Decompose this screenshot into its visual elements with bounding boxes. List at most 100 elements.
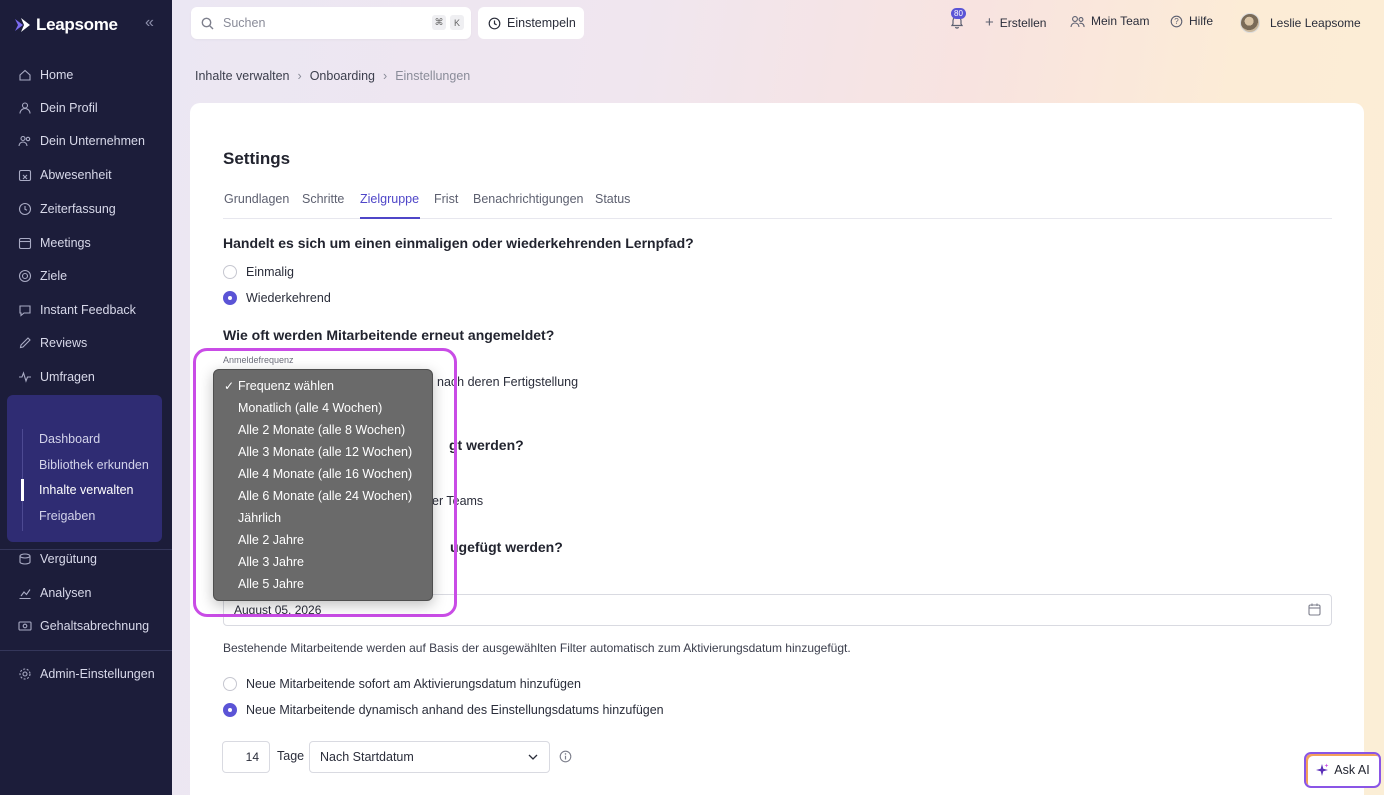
radio-button[interactable] bbox=[223, 265, 237, 279]
user-menu[interactable]: Leslie Leapsome bbox=[1240, 13, 1361, 33]
search-input[interactable]: Suchen ⌘ K bbox=[191, 7, 471, 39]
sidebar-item-label: Home bbox=[40, 68, 74, 82]
shortcut-key-cmd: ⌘ bbox=[432, 15, 446, 30]
chevron-right-icon: › bbox=[297, 69, 302, 83]
sidebar-item-ziele[interactable]: Ziele bbox=[0, 262, 172, 290]
sidebar-item-label: Zeiterfassung bbox=[40, 202, 116, 216]
sidebar-item-umfragen[interactable]: Umfragen bbox=[0, 363, 172, 391]
sidebar-item-zeiterfassung[interactable]: Zeiterfassung bbox=[0, 195, 172, 223]
radio-label: Neue Mitarbeitende dynamisch anhand des … bbox=[246, 703, 664, 717]
after-start-select[interactable]: Nach Startdatum bbox=[309, 741, 550, 773]
dropdown-option[interactable]: Alle 2 Monate (alle 8 Wochen) bbox=[214, 419, 432, 441]
brand-logo[interactable]: Leapsome bbox=[14, 15, 118, 35]
radio-wiederkehrend[interactable]: Wiederkehrend bbox=[223, 291, 331, 305]
people-icon bbox=[18, 134, 32, 148]
coins-icon bbox=[18, 552, 32, 566]
radio-button-selected[interactable] bbox=[223, 291, 237, 305]
dropdown-option[interactable]: Alle 2 Jahre bbox=[214, 529, 432, 551]
search-icon bbox=[201, 17, 215, 30]
sidebar-item-abwesenheit[interactable]: Abwesenheit bbox=[0, 161, 172, 189]
sidebar-item-dein-unternehmen[interactable]: Dein Unternehmen bbox=[0, 127, 172, 155]
sidebar: Leapsome « Home Dein Profil Dein Unternehm… bbox=[0, 0, 172, 795]
my-team-button[interactable]: Mein Team bbox=[1070, 14, 1149, 28]
calendar-icon[interactable] bbox=[1308, 603, 1321, 616]
dropdown-option[interactable]: Alle 5 Jahre bbox=[214, 573, 432, 595]
radio-einmalig[interactable]: Einmalig bbox=[223, 265, 294, 279]
sidebar-item-label: Admin-Einstellungen bbox=[40, 667, 155, 681]
sidebar-item-reviews[interactable]: Reviews bbox=[0, 329, 172, 357]
dropdown-option[interactable]: Jährlich bbox=[214, 507, 432, 529]
tab-schritte[interactable]: Schritte bbox=[302, 192, 344, 206]
pencil-icon bbox=[18, 336, 32, 350]
radio-button[interactable] bbox=[223, 677, 237, 691]
sidebar-item-label: Abwesenheit bbox=[40, 168, 112, 182]
sidebar-item-label: Dein Profil bbox=[40, 101, 98, 115]
sidebar-item-label: Reviews bbox=[40, 336, 88, 350]
sidebar-item-meetings[interactable]: Meetings bbox=[0, 229, 172, 257]
dropdown-option[interactable]: Monatlich (alle 4 Wochen) bbox=[214, 397, 432, 419]
create-button[interactable]: + Erstellen bbox=[985, 14, 1046, 31]
page-title: Settings bbox=[223, 149, 291, 168]
brand-name: Leapsome bbox=[36, 15, 118, 34]
tab-grundlagen[interactable]: Grundlagen bbox=[224, 192, 289, 206]
dropdown-option[interactable]: ✓ Frequenz wählen bbox=[214, 375, 432, 397]
notifications-count-badge: 80 bbox=[951, 8, 966, 19]
ask-ai-label: Ask AI bbox=[1334, 763, 1370, 777]
plus-icon: + bbox=[985, 14, 994, 31]
tab-status[interactable]: Status bbox=[595, 192, 630, 206]
sidebar-item-admin-einstellungen[interactable]: Admin-Einstellungen bbox=[0, 660, 172, 688]
frequency-suffix: nach deren Fertigstellung bbox=[437, 375, 579, 389]
user-icon bbox=[18, 101, 32, 115]
days-input[interactable]: 14 bbox=[222, 741, 270, 773]
radio-add-immediately[interactable]: Neue Mitarbeitende sofort am Aktivierung… bbox=[223, 677, 581, 691]
dropdown-option-label: Alle 3 Jahre bbox=[238, 555, 305, 569]
target-icon bbox=[18, 269, 32, 283]
clock-in-button[interactable]: Einstempeln bbox=[478, 7, 584, 39]
sidebar-item-analysen[interactable]: Analysen bbox=[0, 579, 172, 607]
help-icon: ? bbox=[1170, 15, 1183, 27]
dropdown-option[interactable]: Alle 4 Monate (alle 16 Wochen) bbox=[214, 463, 432, 485]
sidebar-divider bbox=[0, 650, 172, 651]
sidebar-item-home[interactable]: Home bbox=[0, 61, 172, 89]
team-icon bbox=[1070, 15, 1085, 27]
sidebar-subitem-bibliothek-erkunden[interactable]: Bibliothek erkunden bbox=[39, 454, 149, 476]
dropdown-option-label: Alle 2 Monate (alle 8 Wochen) bbox=[238, 423, 406, 437]
ask-ai-button[interactable]: Ask AI bbox=[1304, 752, 1381, 788]
help-label: Hilfe bbox=[1189, 14, 1214, 28]
info-text: Bestehende Mitarbeitende werden auf Basi… bbox=[223, 641, 851, 655]
help-button[interactable]: ? Hilfe bbox=[1170, 14, 1213, 28]
frequency-dropdown-menu[interactable]: ✓ Frequenz wählen Monatlich (alle 4 Wochen… bbox=[213, 369, 433, 601]
sidebar-item-label: Gehaltsabrechnung bbox=[40, 619, 150, 633]
question-recurrence: Handelt es sich um einen einmaligen oder… bbox=[223, 235, 694, 251]
sidebar-item-label: Meetings bbox=[40, 236, 91, 250]
dropdown-option[interactable]: Alle 6 Monate (alle 24 Wochen) bbox=[214, 485, 432, 507]
chat-icon bbox=[18, 303, 32, 317]
days-value: 14 bbox=[245, 750, 259, 764]
sidebar-subitem-freigaben[interactable]: Freigaben bbox=[39, 505, 95, 527]
gear-icon bbox=[18, 667, 32, 681]
chevron-down-icon bbox=[528, 754, 538, 760]
radio-add-dynamic[interactable]: Neue Mitarbeitende dynamisch anhand des … bbox=[223, 703, 664, 717]
breadcrumb-item[interactable]: Inhalte verwalten bbox=[195, 69, 290, 83]
sidebar-item-instant-feedback[interactable]: Instant Feedback bbox=[0, 296, 172, 324]
tab-frist[interactable]: Frist bbox=[434, 192, 458, 206]
dropdown-option[interactable]: Alle 3 Jahre bbox=[214, 551, 432, 573]
info-icon[interactable] bbox=[559, 750, 572, 763]
sparkle-icon bbox=[1316, 763, 1329, 776]
dropdown-option[interactable]: Alle 3 Monate (alle 12 Wochen) bbox=[214, 441, 432, 463]
calendar-x-icon bbox=[18, 168, 32, 182]
radio-label: Wiederkehrend bbox=[246, 291, 331, 305]
sidebar-item-gehaltsabrechnung[interactable]: Gehaltsabrechnung bbox=[0, 612, 172, 640]
sidebar-item-label: Umfragen bbox=[40, 370, 95, 384]
collapse-sidebar-icon[interactable]: « bbox=[145, 14, 154, 32]
tab-benachrichtigungen[interactable]: Benachrichtigungen bbox=[473, 192, 584, 206]
shortcut-key-k: K bbox=[450, 15, 464, 30]
sidebar-subitem-inhalte-verwalten[interactable]: Inhalte verwalten bbox=[39, 479, 134, 501]
sidebar-item-vergütung[interactable]: Vergütung bbox=[0, 545, 172, 573]
tab-zielgruppe[interactable]: Zielgruppe bbox=[360, 192, 419, 206]
radio-button-selected[interactable] bbox=[223, 703, 237, 717]
breadcrumb-item[interactable]: Onboarding bbox=[310, 69, 375, 83]
sidebar-item-dein-profil[interactable]: Dein Profil bbox=[0, 94, 172, 122]
dropdown-option-label: Frequenz wählen bbox=[238, 379, 334, 393]
sidebar-subitem-dashboard[interactable]: Dashboard bbox=[39, 428, 100, 450]
